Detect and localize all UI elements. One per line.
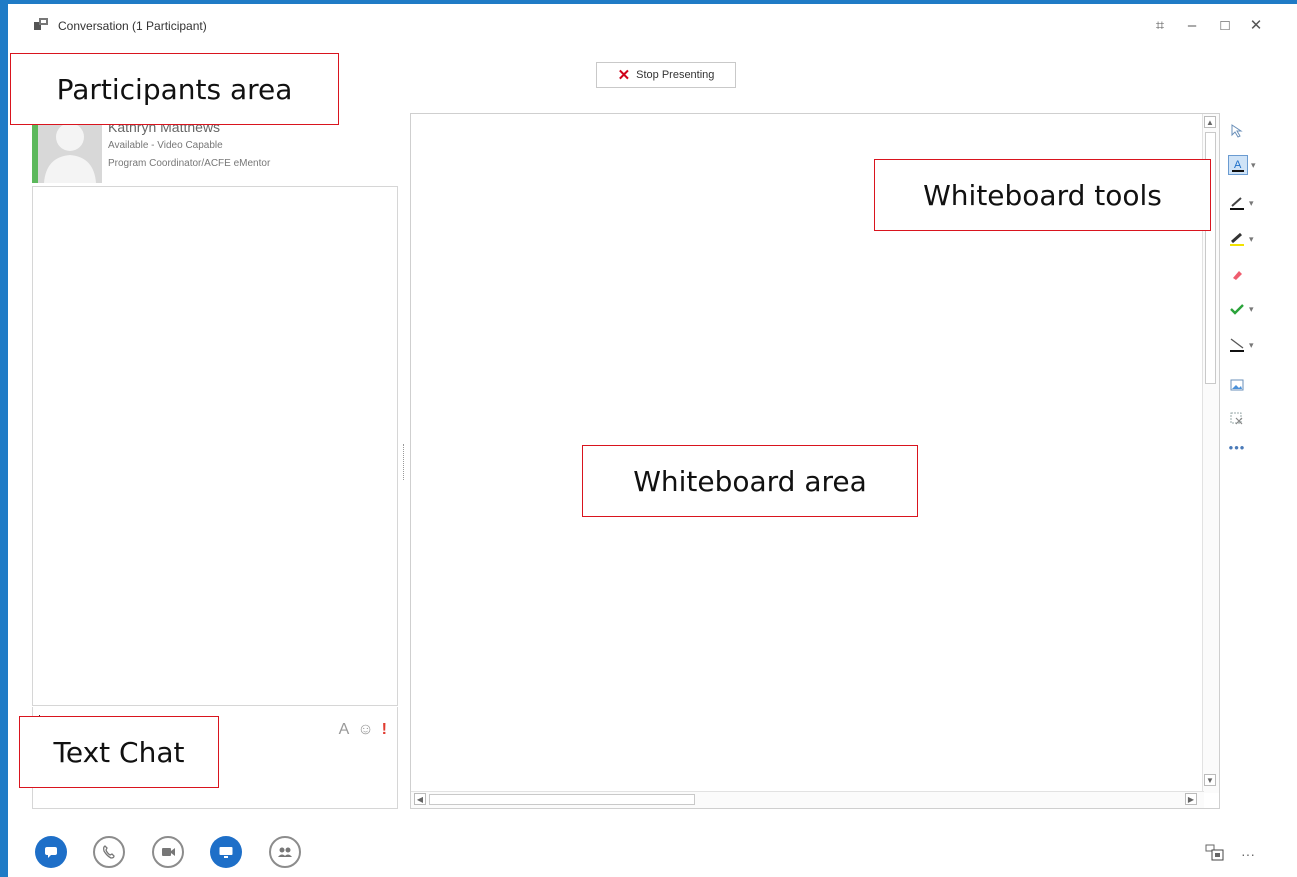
stamp-tool[interactable]: ▾ — [1228, 296, 1264, 322]
bottom-toolbar: ··· — [8, 822, 1297, 877]
importance-icon[interactable]: ! — [382, 721, 387, 739]
chevron-down-icon: ▾ — [1249, 233, 1254, 244]
stop-icon: ✕ — [617, 67, 631, 84]
stop-presenting-button[interactable]: ✕ Stop Presenting — [596, 62, 736, 88]
maximize-button[interactable]: □ — [1213, 14, 1237, 38]
present-button[interactable] — [210, 836, 242, 868]
call-button[interactable] — [93, 836, 125, 868]
horizontal-scrollbar[interactable]: ◀ ▶ — [411, 791, 1204, 808]
pane-splitter[interactable] — [403, 444, 406, 480]
chevron-down-icon: ▾ — [1249, 303, 1254, 314]
eraser-tool-icon — [1228, 266, 1246, 284]
chat-history[interactable] — [32, 186, 398, 706]
annotation-whiteboard-tools: Whiteboard tools — [874, 159, 1211, 231]
pen-tool-icon — [1228, 194, 1246, 212]
participant-status: Available - Video Capable — [108, 140, 223, 151]
stop-presenting-label: Stop Presenting — [636, 69, 715, 81]
svg-text:A: A — [1234, 159, 1242, 171]
scroll-up-icon[interactable]: ▲ — [1204, 116, 1216, 128]
stamp-tool-icon — [1228, 300, 1246, 318]
highlighter-tool-icon — [1228, 230, 1246, 248]
conversation-window: Conversation (1 Participant) ⌗ – □ ✕ ✕ S… — [8, 4, 1297, 877]
scroll-down-icon[interactable]: ▼ — [1204, 774, 1216, 786]
im-button[interactable] — [35, 836, 67, 868]
type-text-tool-icon: A — [1228, 155, 1248, 175]
delete-selected-icon — [1228, 410, 1246, 428]
chevron-down-icon: ▾ — [1249, 339, 1254, 350]
layout-toggle-button[interactable] — [1205, 844, 1227, 864]
scroll-right-icon[interactable]: ▶ — [1185, 793, 1197, 805]
participant-title: Program Coordinator/ACFE eMentor — [108, 158, 271, 169]
annotation-participants-area: Participants area — [10, 53, 339, 125]
more-options-button[interactable]: ··· — [1241, 846, 1255, 862]
minimize-button[interactable]: – — [1180, 14, 1204, 38]
chat-tools: A ☺ ! — [339, 721, 387, 739]
chevron-down-icon: ▾ — [1251, 159, 1256, 170]
delete-selected-tool[interactable] — [1228, 406, 1264, 432]
monitor-icon — [219, 847, 233, 858]
scroll-left-icon[interactable]: ◀ — [414, 793, 426, 805]
chat-bubble-icon — [45, 847, 57, 858]
video-button[interactable] — [152, 836, 184, 868]
more-tools[interactable]: ••• — [1228, 434, 1264, 460]
pen-tool[interactable]: ▾ — [1228, 190, 1264, 216]
insert-image-tool[interactable] — [1228, 372, 1264, 398]
eraser-tool[interactable] — [1228, 262, 1264, 288]
type-text-tool[interactable]: A ▾ — [1228, 152, 1264, 178]
layout-icon — [1205, 844, 1224, 861]
close-button[interactable]: ✕ — [1244, 14, 1268, 38]
highlighter-tool[interactable]: ▾ — [1228, 226, 1264, 252]
video-camera-icon — [162, 848, 175, 856]
annotation-whiteboard-area: Whiteboard area — [582, 445, 918, 517]
font-icon[interactable]: A — [339, 721, 350, 739]
selector-tool-icon — [1228, 122, 1246, 140]
more-options-icon: ••• — [1228, 439, 1246, 455]
pin-button[interactable]: ⌗ — [1148, 14, 1172, 38]
horizontal-scroll-thumb[interactable] — [429, 794, 695, 805]
title-bar: Conversation (1 Participant) ⌗ – □ ✕ — [8, 4, 1297, 46]
window-title: Conversation (1 Participant) — [58, 19, 207, 33]
chevron-down-icon: ▾ — [1249, 197, 1254, 208]
annotation-text-chat: Text Chat — [19, 716, 219, 788]
selector-tool[interactable] — [1228, 118, 1264, 144]
insert-image-icon — [1228, 376, 1246, 394]
shape-tool-icon — [1228, 336, 1246, 354]
shape-tool[interactable]: ▾ — [1228, 332, 1264, 358]
emoticon-icon[interactable]: ☺ — [357, 721, 373, 739]
people-icon — [278, 847, 292, 857]
participants-button[interactable] — [269, 836, 301, 868]
conversation-app-icon — [34, 18, 48, 30]
phone-icon — [103, 845, 115, 859]
